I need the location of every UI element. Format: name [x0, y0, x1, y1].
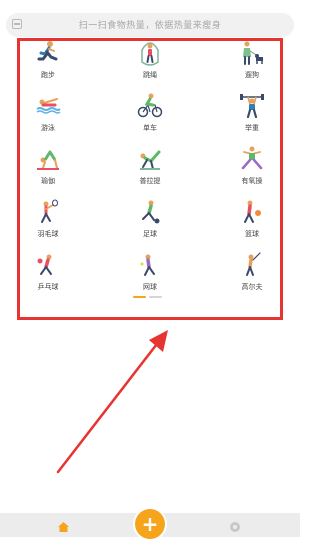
add-button[interactable]: + [135, 509, 165, 539]
annotation-arrow [56, 330, 168, 474]
plus-icon: + [141, 512, 159, 536]
home-icon[interactable] [58, 522, 69, 532]
profile-icon[interactable] [230, 522, 240, 532]
